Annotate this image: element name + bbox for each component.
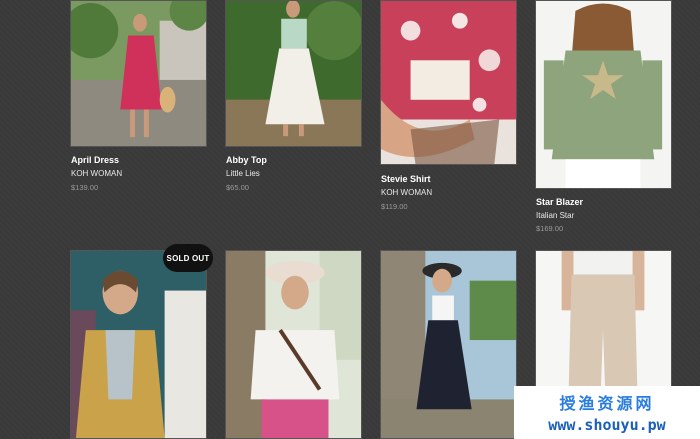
product-name[interactable]: Stevie Shirt — [381, 174, 431, 184]
product-image-stevie-shirt[interactable] — [380, 0, 517, 165]
product-image-black-skirt[interactable] — [380, 250, 517, 439]
product-price: $169.00 — [536, 224, 564, 233]
product-brand: Italian Star — [536, 211, 575, 220]
product-brand: KOH WOMAN — [71, 169, 123, 178]
product-image-sequin-jacket[interactable] — [70, 250, 207, 439]
watermark-url: www.shouyu.pw — [548, 416, 666, 434]
product-brand: KOH WOMAN — [381, 188, 433, 197]
product-image-april-dress[interactable] — [70, 0, 207, 147]
product-brand: Little Lies — [226, 169, 260, 178]
product-image-star-blazer[interactable] — [535, 0, 672, 189]
product-image-white-blouse[interactable] — [225, 250, 362, 439]
watermark: 授渔资源网 www.shouyu.pw — [514, 386, 700, 439]
product-name[interactable]: Star Blazer — [536, 197, 583, 207]
product-price: $119.00 — [381, 202, 408, 211]
sold-out-badge: SOLD OUT — [163, 244, 213, 272]
product-price: $139.00 — [71, 183, 99, 192]
watermark-title: 授渔资源网 — [559, 396, 655, 413]
product-name[interactable]: April Dress — [71, 155, 119, 165]
product-name[interactable]: Abby Top — [226, 155, 267, 165]
product-price: $65.00 — [226, 183, 249, 192]
product-image-abby-top[interactable] — [225, 0, 362, 147]
